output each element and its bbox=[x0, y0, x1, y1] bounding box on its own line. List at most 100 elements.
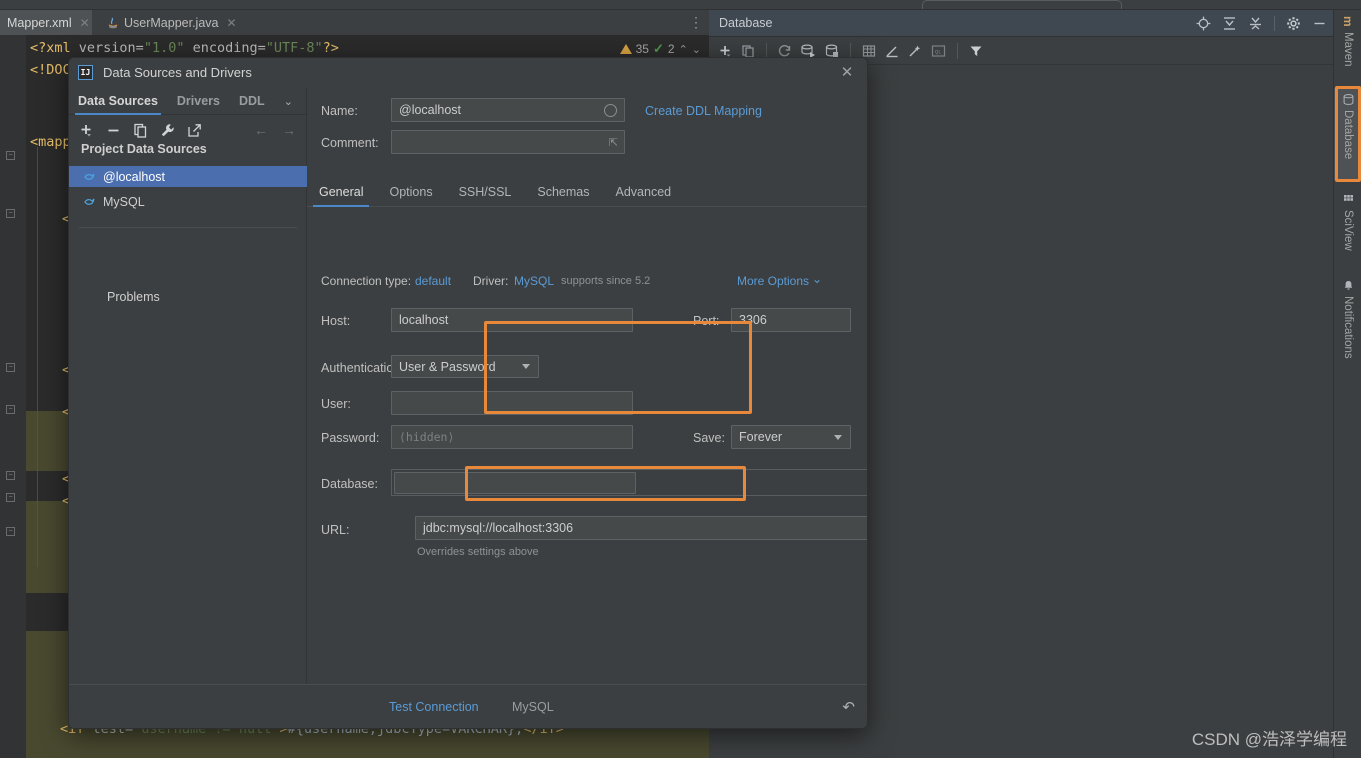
user-input[interactable] bbox=[391, 391, 633, 415]
next-problem-icon[interactable]: ⌄ bbox=[692, 43, 701, 56]
url-input[interactable]: jdbc:mysql://localhost:3306 ⇱ bbox=[415, 516, 867, 540]
fold-marker[interactable]: − bbox=[6, 151, 15, 160]
comment-label: Comment: bbox=[321, 136, 379, 150]
close-icon[interactable]: ✕ bbox=[80, 16, 90, 30]
inspection-status[interactable]: 35 ✓ 2 ⌃ ⌄ bbox=[619, 41, 701, 57]
tab-schemas[interactable]: Schemas bbox=[537, 185, 589, 206]
locate-icon[interactable] bbox=[1196, 16, 1211, 31]
driver-note: supports since 5.2 bbox=[561, 275, 651, 287]
sidebar-item-maven[interactable]: m Maven bbox=[1334, 10, 1361, 82]
save-value: Forever bbox=[739, 430, 783, 444]
remove-icon[interactable] bbox=[106, 123, 121, 138]
connection-type-label: Connection type: bbox=[321, 274, 412, 288]
left-panel-nav: ← → bbox=[254, 116, 296, 144]
revert-icon[interactable]: ↶ bbox=[842, 698, 855, 716]
fold-marker[interactable]: − bbox=[6, 209, 15, 218]
magic-icon[interactable] bbox=[908, 44, 922, 58]
save-select[interactable]: Forever bbox=[731, 425, 851, 449]
password-placeholder: ⟨hidden⟩ bbox=[399, 430, 455, 444]
fold-marker[interactable]: − bbox=[6, 405, 15, 414]
test-connection-link[interactable]: Test Connection bbox=[389, 700, 479, 714]
sidebar-item-database[interactable]: Database bbox=[1334, 88, 1361, 180]
watermark: CSDN @浩泽学编程 bbox=[1191, 730, 1347, 749]
search-pill[interactable] bbox=[922, 0, 1122, 9]
fold-marker[interactable]: − bbox=[6, 527, 15, 536]
create-ddl-mapping-link[interactable]: Create DDL Mapping bbox=[645, 104, 762, 118]
svg-text:QL: QL bbox=[935, 48, 942, 55]
expand-editor-icon[interactable]: ⇱ bbox=[609, 136, 618, 149]
close-icon[interactable]: ✕ bbox=[227, 16, 237, 30]
dialog-title: Data Sources and Drivers bbox=[103, 65, 252, 80]
copy-icon[interactable] bbox=[133, 123, 148, 138]
port-input[interactable]: 3306 bbox=[731, 308, 851, 332]
tab-label: Mapper.xml bbox=[7, 15, 72, 30]
refresh-icon[interactable] bbox=[778, 44, 792, 58]
run-sql-icon[interactable] bbox=[801, 44, 816, 58]
host-label: Host: bbox=[321, 314, 351, 328]
driver-label: Driver: bbox=[473, 274, 509, 288]
add-icon[interactable] bbox=[718, 44, 732, 58]
nav-forward-icon[interactable]: → bbox=[282, 122, 296, 138]
dialog-form-panel: Name: @localhost Create DDL Mapping Comm… bbox=[307, 87, 867, 684]
table-editor-icon[interactable] bbox=[862, 44, 876, 58]
more-options-link[interactable]: More Options bbox=[737, 274, 809, 288]
divider bbox=[79, 227, 297, 228]
list-item-localhost[interactable]: @localhost bbox=[69, 166, 307, 187]
tab-options-kebab-icon[interactable]: ⋮ bbox=[689, 14, 703, 30]
url-label: URL: bbox=[321, 523, 350, 537]
port-label: Port: bbox=[693, 314, 720, 328]
dialog-close-icon[interactable]: ✕ bbox=[839, 65, 855, 81]
database-input[interactable] bbox=[394, 472, 636, 494]
name-input[interactable]: @localhost bbox=[391, 98, 625, 122]
collapse-all-icon[interactable] bbox=[1222, 16, 1237, 31]
minimize-icon[interactable] bbox=[1312, 16, 1327, 31]
stripe-label: Notifications bbox=[1342, 296, 1354, 359]
wrench-icon[interactable] bbox=[160, 123, 175, 138]
dialog-footer-left bbox=[69, 684, 307, 728]
fold-marker[interactable]: − bbox=[6, 471, 15, 480]
database-icon[interactable] bbox=[825, 44, 839, 58]
list-item-problems[interactable]: Problems bbox=[107, 290, 160, 304]
fold-marker[interactable]: − bbox=[6, 363, 15, 372]
sidebar-item-notifications[interactable]: Notifications bbox=[1334, 274, 1361, 380]
editor-gutter bbox=[0, 35, 26, 758]
tab-ddl[interactable]: DDL bbox=[239, 94, 274, 114]
password-input[interactable]: ⟨hidden⟩ bbox=[391, 425, 633, 449]
host-input[interactable]: localhost bbox=[391, 308, 633, 332]
tab-drivers[interactable]: Drivers bbox=[177, 94, 229, 114]
tab-options[interactable]: Options bbox=[389, 185, 432, 206]
driver-value[interactable]: MySQL bbox=[514, 274, 554, 288]
authentication-select[interactable]: User & Password bbox=[391, 355, 539, 378]
tab-general[interactable]: General bbox=[312, 185, 371, 207]
chevron-down-icon[interactable]: ⌄ bbox=[812, 272, 822, 286]
tab-advanced[interactable]: Advanced bbox=[616, 185, 672, 206]
editor-tab-usermapper-java[interactable]: UserMapper.java ✕ bbox=[100, 10, 244, 35]
authentication-value: User & Password bbox=[399, 359, 496, 374]
sidebar-item-sciview[interactable]: SciView bbox=[1334, 188, 1361, 266]
duplicate-icon[interactable] bbox=[741, 44, 755, 58]
list-item-label: MySQL bbox=[103, 194, 145, 209]
expand-all-icon[interactable] bbox=[1248, 16, 1263, 31]
dialog-title-bar: IJ Data Sources and Drivers bbox=[69, 58, 867, 87]
add-icon[interactable] bbox=[79, 123, 94, 138]
connection-type-value[interactable]: default bbox=[415, 274, 451, 288]
maven-icon: m bbox=[1341, 16, 1355, 27]
filter-icon[interactable] bbox=[969, 44, 983, 58]
open-external-icon[interactable] bbox=[187, 123, 202, 138]
settings-gear-icon[interactable] bbox=[1286, 16, 1301, 31]
editor-tab-mapper-xml[interactable]: Mapper.xml ✕ bbox=[0, 10, 92, 35]
tab-data-sources[interactable]: Data Sources bbox=[75, 94, 167, 115]
url-note: Overrides settings above bbox=[417, 546, 539, 558]
chevron-down-icon[interactable]: ⌄ bbox=[284, 95, 293, 114]
database-window-title: Database bbox=[719, 16, 773, 30]
fold-marker[interactable]: − bbox=[6, 493, 15, 502]
code-line: <?xml version="1.0" encoding="UTF-8"?> bbox=[30, 40, 339, 56]
prev-problem-icon[interactable]: ⌃ bbox=[679, 43, 688, 56]
comment-input[interactable]: ⇱ bbox=[391, 130, 625, 154]
tab-ssh-ssl[interactable]: SSH/SSL bbox=[459, 185, 512, 206]
sql-console-icon[interactable]: QL bbox=[931, 44, 946, 58]
list-item-mysql[interactable]: MySQL bbox=[69, 191, 307, 212]
data-sources-dialog: IJ Data Sources and Drivers ✕ Data Sourc… bbox=[68, 57, 868, 729]
nav-back-icon[interactable]: ← bbox=[254, 122, 268, 138]
edit-icon[interactable] bbox=[885, 44, 899, 58]
